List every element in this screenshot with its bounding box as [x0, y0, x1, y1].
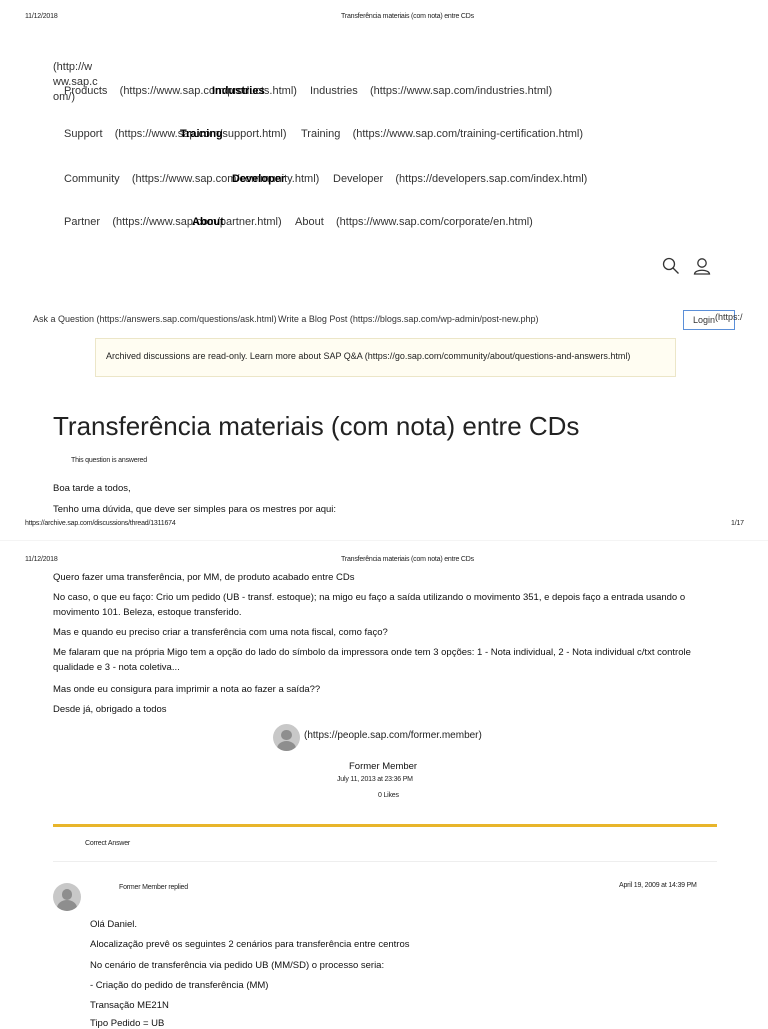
search-icon[interactable]	[662, 257, 680, 275]
nav-label: Industries	[310, 85, 358, 97]
nav-url: (https://www.sap.com/training-certificat…	[352, 128, 584, 140]
logo-link-line: (http://w	[53, 61, 93, 73]
nav-support[interactable]: Support (https://www.sap.com/support.htm…	[64, 128, 287, 140]
reply-author[interactable]: Former Member replied	[119, 884, 188, 891]
answer-line: Transação ME21N	[90, 1000, 169, 1011]
question-paragraph: Mas e quando eu preciso criar a transfer…	[53, 627, 388, 638]
write-blog-link[interactable]: Write a Blog Post (https://blogs.sap.com…	[278, 314, 538, 324]
nav-label: Products	[64, 85, 108, 97]
nav-overlay-training: Training	[180, 128, 223, 140]
ask-question-link[interactable]: Ask a Question (https://answers.sap.com/…	[33, 314, 277, 324]
answer-line: - Criação do pedido de transferência (MM…	[90, 980, 269, 991]
logo-link[interactable]: (http://w ww.sap.c om/)	[53, 60, 98, 105]
question-paragraph: Tenho uma dúvida, que deve ser simples p…	[53, 504, 337, 515]
print-title: Transferência materiais (com nota) entre…	[341, 556, 474, 563]
correct-answer-bar	[53, 824, 717, 827]
question-date: July 11, 2013 at 23:36 PM	[337, 776, 413, 783]
login-url: (https:/	[715, 312, 743, 322]
question-paragraph: movimento 101. Beleza, estoque transferi…	[53, 607, 242, 618]
nav-developer[interactable]: Developer (https://developers.sap.com/in…	[333, 173, 587, 185]
nav-url: (https://www.sap.com/products.html)	[119, 85, 297, 97]
author-name[interactable]: Former Member	[349, 761, 417, 772]
question-paragraph: qualidade e 3 - nota coletiva...	[53, 662, 180, 673]
archived-banner-text[interactable]: Archived discussions are read-only. Lear…	[106, 351, 630, 361]
question-paragraph: Quero fazer uma transferência, por MM, d…	[53, 572, 355, 583]
nav-industries[interactable]: Industries (https://www.sap.com/industri…	[310, 85, 552, 97]
reply-date: April 19, 2009 at 14:39 PM	[619, 882, 697, 889]
author-profile-link[interactable]: (https://people.sap.com/former.member)	[304, 730, 482, 741]
nav-overlay-developer: Developer	[232, 173, 286, 185]
answer-line: Alocalização prevê os seguintes 2 cenári…	[90, 939, 410, 950]
print-title: Transferência materiais (com nota) entre…	[341, 13, 474, 20]
likes-count[interactable]: 0 Likes	[378, 792, 399, 799]
answer-line: Olá Daniel.	[90, 919, 137, 930]
nav-label: Developer	[333, 173, 384, 185]
page-break	[0, 540, 768, 541]
print-footer-url: https://archive.sap.com/discussions/thre…	[25, 520, 176, 527]
nav-training[interactable]: Training (https://www.sap.com/training-c…	[301, 128, 583, 140]
nav-url: (https://www.sap.com/industries.html)	[369, 85, 553, 97]
question-paragraph: No caso, o que eu faço: Crio um pedido (…	[53, 592, 686, 603]
question-paragraph: Mas onde eu consigura para imprimir a no…	[53, 684, 321, 695]
nav-label: Partner	[64, 216, 101, 228]
author-avatar[interactable]	[273, 724, 300, 751]
nav-label: About	[295, 216, 324, 228]
nav-url: (https://developers.sap.com/index.html)	[395, 173, 588, 185]
nav-label: Training	[301, 128, 341, 140]
nav-overlay-about: About	[192, 216, 224, 228]
archived-banner: Archived discussions are read-only. Lear…	[95, 338, 676, 377]
divider	[53, 861, 717, 862]
print-date: 11/12/2018	[25, 556, 58, 563]
nav-about[interactable]: About (https://www.sap.com/corporate/en.…	[295, 216, 533, 228]
page-title: Transferência materiais (com nota) entre…	[53, 411, 580, 441]
user-icon[interactable]	[693, 257, 711, 275]
question-paragraph: Boa tarde a todos,	[53, 483, 131, 494]
answered-status: This question is answered	[71, 457, 147, 464]
print-date: 11/12/2018	[25, 13, 58, 20]
correct-answer-label: Correct Answer	[85, 840, 131, 847]
reply-avatar[interactable]	[53, 883, 81, 911]
nav-url: (https://www.sap.com/corporate/en.html)	[335, 216, 533, 228]
print-footer-page: 1/17	[731, 520, 744, 527]
nav-label: Community	[64, 173, 120, 185]
nav-url: (https://www.sap.com/community.html)	[131, 173, 320, 185]
answer-line: No cenário de transferência via pedido U…	[90, 960, 385, 971]
nav-partner[interactable]: Partner (https://www.sap.com/partner.htm…	[64, 216, 282, 228]
question-paragraph: Me falaram que na própria Migo tem a opç…	[53, 647, 691, 658]
nav-label: Support	[64, 128, 103, 140]
nav-overlay-industries: Industries	[212, 85, 265, 97]
question-paragraph: Desde já, obrigado a todos	[53, 704, 167, 715]
